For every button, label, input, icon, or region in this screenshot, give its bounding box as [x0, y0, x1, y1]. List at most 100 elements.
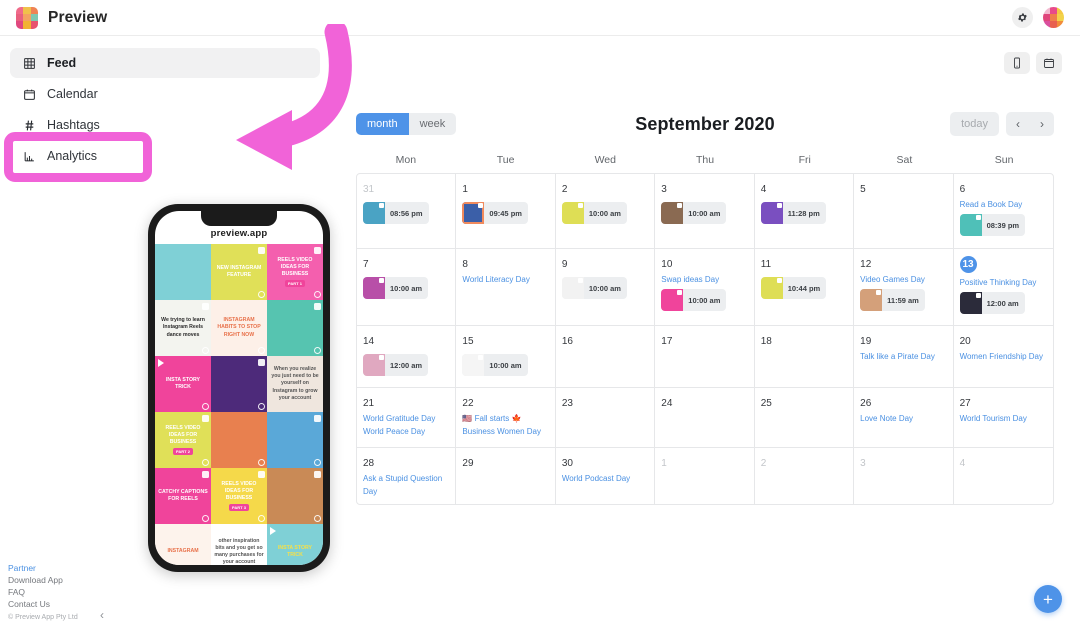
calendar-day-cell[interactable]: 18: [755, 326, 855, 388]
footer-link-contact-us[interactable]: Contact Us: [8, 598, 78, 610]
instagram-post-tile[interactable]: REELS VIDEO IDEAS FOR BUSINESS PART 2: [155, 412, 211, 468]
instagram-post-tile[interactable]: INSTAGRAM HABITS TO STOP RIGHT NOW: [211, 300, 267, 356]
calendar-day-cell[interactable]: 5: [854, 174, 954, 248]
calendar-day-cell[interactable]: 7 10:00 am: [357, 249, 457, 326]
calendar-day-cell[interactable]: 20 Women Friendship Day: [954, 326, 1053, 387]
calendar-day-cell[interactable]: 2 10:00 am: [556, 174, 656, 248]
calendar-day-cell[interactable]: 26 Love Note Day: [854, 388, 954, 448]
scheduled-post-chip[interactable]: 11:28 pm: [760, 202, 826, 224]
footer-link-faq[interactable]: FAQ: [8, 586, 78, 598]
scheduled-post-chip[interactable]: 10:00 am: [561, 202, 627, 224]
calendar-day-cell[interactable]: 6 Read a Book Day 08:39 pm: [954, 174, 1053, 248]
chevron-left-icon[interactable]: ‹: [100, 608, 104, 622]
chevron-left-icon[interactable]: ‹: [1006, 112, 1030, 136]
instagram-post-tile[interactable]: REELS VIDEO IDEAS FOR BUSINESS PART 1: [267, 244, 323, 300]
scheduled-post-chip[interactable]: 10:00 am: [661, 202, 727, 224]
instagram-post-tile[interactable]: [211, 412, 267, 468]
instagram-post-tile[interactable]: We trying to learn Instagram Reels dance…: [155, 300, 211, 356]
sidebar-item-hashtags[interactable]: Hashtags: [10, 110, 320, 140]
holiday-label[interactable]: Read a Book Day: [960, 199, 1047, 211]
calendar-day-cell[interactable]: 8 World Literacy Day: [456, 249, 556, 326]
instagram-post-tile[interactable]: [211, 356, 267, 412]
calendar-day-cell[interactable]: 4 11:28 pm: [755, 174, 855, 248]
today-button[interactable]: today: [950, 112, 999, 136]
calendar-day-cell[interactable]: 15 10:00 am: [456, 326, 556, 388]
holiday-label[interactable]: World Podcast Day: [562, 473, 648, 485]
scheduled-post-chip[interactable]: 11:59 am: [860, 289, 925, 312]
instagram-post-tile[interactable]: NEW INSTAGRAM FEATURE: [211, 244, 267, 300]
scheduled-post-chip[interactable]: 10:00 am: [561, 277, 627, 299]
calendar-view-button[interactable]: [1036, 52, 1062, 74]
instagram-post-tile[interactable]: [155, 244, 211, 300]
holiday-label[interactable]: Swap ideas Day: [661, 274, 747, 286]
instagram-post-tile[interactable]: [267, 468, 323, 524]
scheduled-post-chip[interactable]: 08:56 pm: [363, 202, 429, 224]
sidebar-item-feed[interactable]: Feed: [10, 48, 320, 78]
instagram-post-tile[interactable]: INSTAGRAM: [155, 524, 211, 565]
calendar-day-cell[interactable]: 19 Talk like a Pirate Day: [854, 326, 954, 388]
calendar-day-cell[interactable]: 9 10:00 am: [556, 249, 656, 326]
calendar-day-cell[interactable]: 12 Video Games Day 11:59 am: [854, 249, 954, 326]
calendar-day-cell[interactable]: 27 World Tourism Day: [954, 388, 1053, 447]
instagram-post-tile[interactable]: other inspiration bits and you get so ma…: [211, 524, 267, 565]
scheduled-post-chip[interactable]: 10:00 am: [462, 354, 528, 377]
holiday-label[interactable]: Talk like a Pirate Day: [860, 351, 946, 363]
calendar-day-cell[interactable]: 16: [556, 326, 656, 388]
scheduled-post-chip[interactable]: 12:00 am: [363, 354, 429, 377]
scheduled-post-chip[interactable]: 10:44 pm: [760, 277, 827, 299]
sidebar-item-calendar[interactable]: Calendar: [10, 79, 320, 109]
footer-link-partner[interactable]: Partner: [8, 562, 78, 574]
avatar[interactable]: [1043, 7, 1064, 28]
holiday-label[interactable]: 🇺🇸 Fall starts 🍁: [462, 413, 548, 425]
instagram-post-tile[interactable]: INSTA STORY TRICK: [267, 524, 323, 565]
scheduled-post-chip[interactable]: 10:00 am: [661, 289, 727, 312]
calendar-day-cell[interactable]: 31 08:56 pm: [357, 174, 457, 248]
instagram-post-tile[interactable]: REELS VIDEO IDEAS FOR BUSINESS PART 3: [211, 468, 267, 524]
scheduled-post-chip[interactable]: 08:39 pm: [959, 214, 1026, 237]
calendar-day-cell[interactable]: 28 Ask a Stupid Question Day: [357, 448, 457, 505]
instagram-post-tile[interactable]: [267, 412, 323, 468]
calendar-day-cell[interactable]: 23: [556, 388, 656, 448]
holiday-label[interactable]: Positive Thinking Day: [960, 277, 1047, 289]
calendar-day-cell[interactable]: 29: [456, 448, 556, 505]
phone-view-button[interactable]: [1004, 52, 1030, 74]
holiday-label[interactable]: Women Friendship Day: [960, 351, 1047, 363]
holiday-label[interactable]: Business Women Day: [462, 426, 548, 438]
instagram-post-tile[interactable]: CATCHY CAPTIONS FOR REELS: [155, 468, 211, 524]
gear-icon[interactable]: [1012, 7, 1033, 28]
holiday-label[interactable]: Love Note Day: [860, 413, 946, 425]
calendar-day-cell[interactable]: 17: [655, 326, 755, 388]
instagram-post-tile[interactable]: When you realize you just need to be you…: [267, 356, 323, 412]
brand[interactable]: Preview: [0, 6, 107, 29]
sidebar-item-analytics[interactable]: Analytics: [10, 141, 320, 171]
calendar-day-cell[interactable]: 3 10:00 am: [655, 174, 755, 248]
calendar-day-cell[interactable]: 10 Swap ideas Day 10:00 am: [655, 249, 755, 326]
instagram-post-tile[interactable]: INSTA STORY TRICK: [155, 356, 211, 412]
holiday-label[interactable]: World Gratitude Day: [363, 413, 449, 425]
instagram-post-tile[interactable]: [267, 300, 323, 356]
chevron-right-icon[interactable]: ›: [1030, 112, 1054, 136]
calendar-day-cell[interactable]: 14 12:00 am: [357, 326, 457, 388]
calendar-day-cell[interactable]: 1 09:45 pm: [456, 174, 556, 248]
holiday-label[interactable]: Ask a Stupid Question Day: [363, 473, 449, 498]
add-button[interactable]: +: [1034, 585, 1062, 613]
scheduled-post-chip[interactable]: 10:00 am: [363, 277, 429, 299]
holiday-label[interactable]: World Peace Day: [363, 426, 449, 438]
calendar-day-cell[interactable]: 13 Positive Thinking Day 12:00 am: [954, 249, 1053, 325]
calendar-day-cell[interactable]: 1: [655, 448, 755, 505]
calendar-day-cell[interactable]: 25: [755, 388, 855, 448]
calendar-day-cell[interactable]: 4: [954, 448, 1053, 504]
scheduled-post-chip[interactable]: 09:45 pm: [462, 202, 528, 224]
calendar-day-cell[interactable]: 3: [854, 448, 954, 505]
calendar-day-cell[interactable]: 24: [655, 388, 755, 448]
holiday-label[interactable]: Video Games Day: [860, 274, 946, 286]
footer-link-download-app[interactable]: Download App: [8, 574, 78, 586]
scheduled-post-chip[interactable]: 12:00 am: [959, 292, 1025, 315]
calendar-day-cell[interactable]: 2: [755, 448, 855, 505]
holiday-label[interactable]: World Literacy Day: [462, 274, 548, 286]
calendar-day-cell[interactable]: 22 🇺🇸 Fall starts 🍁 Business Women Day: [456, 388, 556, 448]
calendar-day-cell[interactable]: 21 World Gratitude Day World Peace Day: [357, 388, 457, 448]
calendar-day-cell[interactable]: 11 10:44 pm: [755, 249, 855, 326]
holiday-label[interactable]: World Tourism Day: [960, 413, 1047, 425]
calendar-day-cell[interactable]: 30 World Podcast Day: [556, 448, 656, 505]
